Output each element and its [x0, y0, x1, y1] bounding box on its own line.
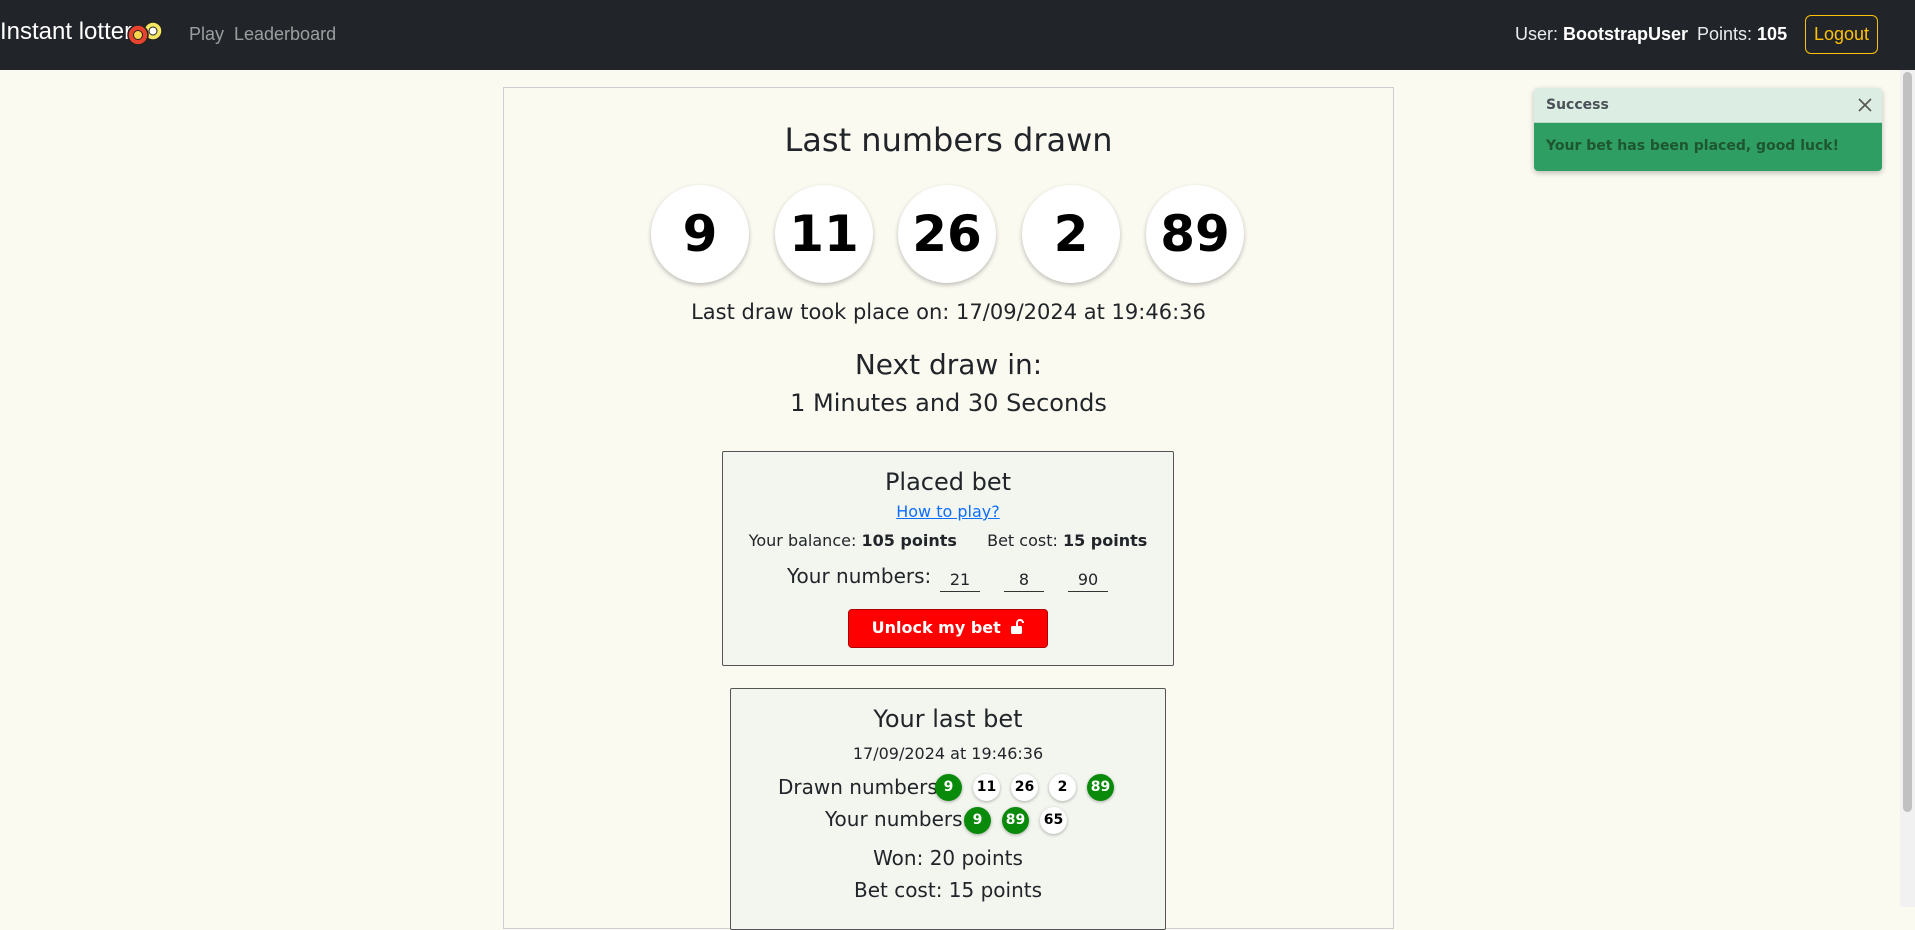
unlock-bet-label: Unlock my bet	[871, 618, 1001, 637]
drawn-ball: 89	[1146, 185, 1244, 283]
your-numbers-label: Your numbers:	[787, 564, 932, 588]
brand-name: Instant lottery	[0, 18, 145, 45]
bet-number-input-2[interactable]	[1004, 567, 1044, 592]
bet-cost-label: Bet cost:	[987, 531, 1058, 550]
how-to-play-link[interactable]: How to play?	[723, 502, 1173, 521]
last-bet-title: Your last bet	[873, 705, 1023, 733]
unlock-icon	[1011, 619, 1025, 634]
your-mini-ball: 65	[1040, 807, 1067, 834]
points-label: Points:	[1697, 24, 1753, 44]
lottery-balls-logo-icon	[127, 21, 163, 46]
your-mini-ball: 89	[1002, 807, 1029, 834]
navbar: Instant lottery Play Leaderboard User: B…	[0, 0, 1915, 70]
drawn-mini-ball: 2	[1049, 774, 1076, 801]
bet-number-input-3[interactable]	[1068, 567, 1108, 592]
last-draw-date: Last draw took place on: 17/09/2024 at 1…	[691, 300, 1206, 324]
nav-play-link[interactable]: Play	[189, 24, 224, 45]
next-draw-countdown: 1 Minutes and 30 Seconds	[790, 389, 1107, 417]
last-draw-title: Last numbers drawn	[784, 121, 1113, 159]
balance-label: Your balance:	[748, 531, 857, 550]
drawn-ball: 11	[775, 185, 873, 283]
points-value: 105	[1757, 24, 1788, 44]
balance-value: 105 points	[861, 531, 957, 550]
close-icon[interactable]	[1856, 96, 1874, 114]
toast-message: Your bet has been placed, good luck!	[1546, 138, 1839, 154]
user-label: User:	[1515, 24, 1559, 44]
won-points: Won: 20 points	[873, 846, 1023, 870]
drawn-mini-ball: 89	[1087, 774, 1114, 801]
drawn-mini-ball: 9	[935, 774, 962, 801]
bet-cost-value: 15 points	[1062, 531, 1148, 550]
last-bet-cost: Bet cost: 15 points	[853, 878, 1043, 902]
bet-number-input-1[interactable]	[940, 567, 980, 592]
drawn-mini-ball: 26	[1011, 774, 1038, 801]
toast-header: Success	[1534, 88, 1882, 123]
nav-leaderboard-link[interactable]: Leaderboard	[234, 24, 336, 45]
points-info: Points: 105	[1697, 24, 1787, 45]
last-bet-date: 17/09/2024 at 19:46:36	[852, 744, 1044, 763]
balance-row: Your balance: 105 points Bet cost: 15 po…	[723, 531, 1173, 550]
your-mini-ball: 9	[964, 807, 991, 834]
drawn-mini-ball: 11	[973, 774, 1000, 801]
page-scrollbar[interactable]	[1900, 70, 1915, 907]
user-info: User: BootstrapUser	[1515, 24, 1688, 45]
toast-title: Success	[1546, 97, 1609, 113]
brand[interactable]: Instant lottery	[0, 18, 144, 46]
user-name: BootstrapUser	[1563, 24, 1689, 44]
drawn-ball: 2	[1022, 185, 1120, 283]
success-toast: Success Your bet has been placed, good l…	[1534, 88, 1882, 171]
your-numbers-result-label: Your numbers:	[825, 807, 970, 831]
toast-body: Your bet has been placed, good luck!	[1534, 123, 1882, 171]
logout-button[interactable]: Logout	[1805, 15, 1878, 54]
drawn-ball: 9	[651, 185, 749, 283]
drawn-numbers-label: Drawn numbers:	[778, 775, 945, 799]
unlock-bet-button[interactable]: Unlock my bet	[848, 609, 1048, 648]
next-draw-title: Next draw in:	[854, 348, 1043, 381]
scrollbar-thumb[interactable]	[1903, 72, 1912, 812]
drawn-ball: 26	[898, 185, 996, 283]
placed-bet-title: Placed bet	[884, 468, 1012, 496]
